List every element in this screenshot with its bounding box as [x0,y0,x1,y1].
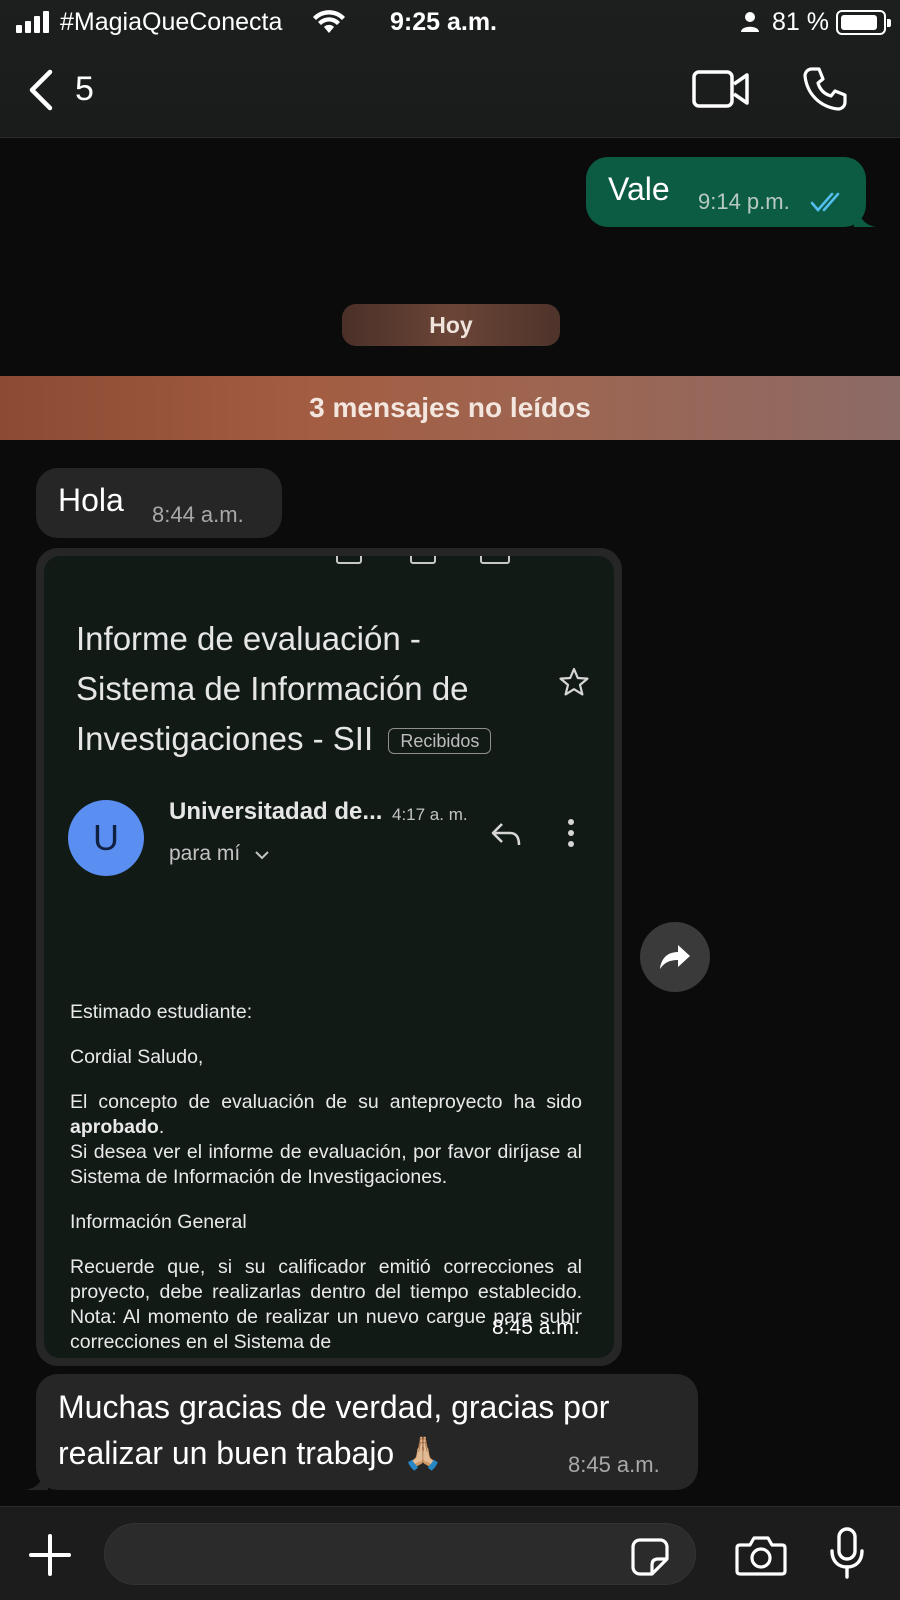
status-time: 9:25 a.m. [390,8,498,36]
status-bar: #MagiaQueConecta 9:25 a.m. 81 % [0,0,900,46]
forward-button[interactable] [640,922,710,992]
plus-icon[interactable] [28,1533,72,1577]
sender-name: Universitadad de... [169,798,383,825]
back-chevron-icon[interactable] [24,68,64,112]
battery-icon [836,10,891,35]
incoming-message[interactable]: Muchas gracias de verdad, gracias por re… [24,1374,698,1490]
camera-icon[interactable] [735,1533,787,1577]
message-time: 8:44 a.m. [152,502,244,527]
wifi-icon [313,10,345,33]
inbox-label: Recibidos [388,728,492,755]
top-bar: #MagiaQueConecta 9:25 a.m. 81 % 5 [0,0,900,138]
email-text: . [158,1116,165,1138]
outgoing-message[interactable]: Vale 9:14 p.m. [586,157,876,227]
read-receipt-icon [810,192,840,212]
message-text: Vale [608,171,670,207]
email-text: El concepto de evaluación de su anteproy… [70,1091,582,1113]
bubble-tail [24,1470,48,1490]
message-time: 8:45 a.m. [568,1452,660,1477]
message-input[interactable] [104,1523,696,1585]
message-time: 8:45 a.m. [492,1316,580,1339]
unread-messages-banner: 3 mensajes no leídos [0,376,900,440]
email-paragraph-info: Si desea ver el informe de evaluación, p… [70,1141,582,1188]
star-icon [559,667,589,696]
forward-icon [660,945,690,969]
incoming-message[interactable]: Hola 8:44 a.m. [36,468,282,538]
email-greeting: Estimado estudiante: [70,1001,253,1023]
email-paragraph-note: Recuerde que, si su calificador emitió c… [70,1256,582,1353]
person-icon [741,12,759,32]
microphone-icon[interactable] [828,1527,866,1581]
carrier-name: #MagiaQueConecta [60,8,283,36]
message-input-bar [0,1506,900,1600]
image-message[interactable]: Informe de evaluación - Sistema de Infor… [36,548,622,1366]
email-time: 4:17 a. m. [392,805,468,824]
sticker-icon[interactable] [630,1537,670,1577]
email-subject: Informe de evaluación - Sistema de Infor… [76,614,526,764]
message-time: 9:14 p.m. [698,189,790,214]
email-body: Estimado estudiante: Cordial Saludo, El … [70,1000,582,1358]
unread-chats-count[interactable]: 5 [75,70,94,109]
date-separator: Hoy [342,304,560,346]
video-call-icon[interactable] [692,68,750,110]
email-section-title: Información General [70,1211,247,1233]
more-options-icon [568,819,574,847]
reply-icon [491,823,521,846]
bubble-tail [854,207,876,227]
email-bold-text: aprobado [70,1116,159,1138]
email-paragraph-approved: El concepto de evaluación de su anteproy… [70,1090,582,1140]
sender-avatar: U [68,800,144,876]
battery-percentage: 81 % [772,8,829,36]
email-salutation: Cordial Saludo, [70,1046,204,1068]
cellular-signal-icon [16,11,49,33]
message-text: Hola [58,482,124,518]
chevron-down-icon [255,851,269,860]
email-screenshot[interactable]: Informe de evaluación - Sistema de Infor… [44,556,614,1358]
recipient-label: para mí [169,842,241,865]
voice-call-icon[interactable] [802,66,848,112]
email-toolbar-icons [44,556,614,568]
